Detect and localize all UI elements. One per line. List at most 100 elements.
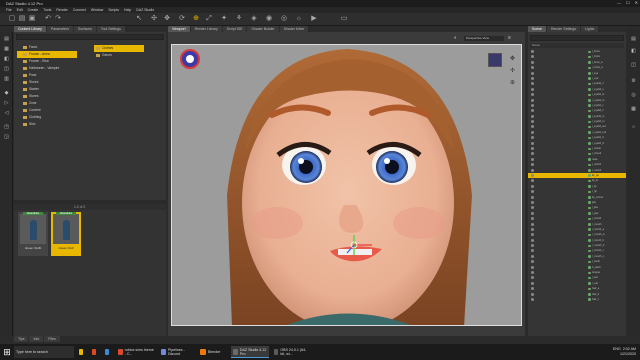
universal-tool-icon[interactable]: ⊕ (192, 15, 200, 23)
visibility-eye-icon[interactable] (531, 147, 534, 151)
right-tool-icon-3[interactable]: ◫ (630, 62, 637, 68)
visibility-eye-icon[interactable] (531, 211, 534, 215)
visibility-eye-icon[interactable] (531, 109, 534, 113)
tree-item[interactable]: Pose (17, 72, 77, 79)
right-tool-icon-7[interactable]: ☼ (630, 124, 637, 130)
menu-item[interactable]: Connect (73, 8, 86, 12)
sub-list-item[interactable]: Genes (94, 52, 144, 59)
joint-editor-icon[interactable]: ⚘ (235, 15, 243, 23)
visibility-eye-icon[interactable] (531, 66, 534, 70)
visibility-eye-icon[interactable] (531, 87, 534, 91)
visibility-eye-icon[interactable] (531, 136, 534, 140)
menu-item[interactable]: DAZ Studio (136, 8, 154, 12)
scale-tool-icon[interactable]: ⤢ (205, 15, 213, 23)
rotate-tool-icon[interactable]: ⟳ (178, 15, 186, 23)
right-tool-icon-6[interactable]: ▦ (630, 106, 637, 112)
visibility-eye-icon[interactable] (531, 265, 534, 269)
menu-item[interactable]: Window (91, 8, 103, 12)
visibility-eye-icon[interactable] (531, 163, 534, 167)
redo-icon[interactable]: ↷ (54, 15, 62, 23)
spot-render-icon[interactable]: ◉ (265, 15, 273, 23)
viewport-menu-icon[interactable]: ≡ (508, 36, 515, 41)
viewport-canvas[interactable]: ✥ ✢ ⊕ (171, 44, 522, 326)
visibility-eye-icon[interactable] (531, 195, 534, 199)
tree-item[interactable]: Frozen - Elsa (17, 58, 77, 65)
taskbar-app[interactable]: Type here to search (14, 346, 74, 358)
taskbar-app[interactable] (77, 346, 87, 358)
menu-item[interactable]: Render (56, 8, 67, 12)
window-icon[interactable]: ▭ (340, 15, 348, 23)
visibility-eye-icon[interactable] (531, 82, 534, 86)
right-tool-icon-1[interactable]: ▤ (630, 36, 637, 42)
tool-icon-10[interactable]: ◲ (3, 134, 10, 140)
tree-item[interactable]: Clothing (17, 114, 77, 121)
visibility-eye-icon[interactable] (531, 260, 534, 264)
clock-date[interactable]: 1/21/2020 (620, 352, 636, 356)
visibility-eye-icon[interactable] (531, 287, 534, 291)
geometry-editor-icon[interactable]: ✦ (220, 15, 228, 23)
close-icon[interactable]: ✕ (635, 0, 638, 5)
taskbar-app[interactable] (90, 346, 100, 358)
visibility-eye-icon[interactable] (531, 60, 534, 64)
visibility-eye-icon[interactable] (531, 141, 534, 145)
tree-item[interactable]: Halloween - Vampire (17, 65, 77, 72)
visibility-eye-icon[interactable] (531, 130, 534, 134)
visibility-eye-icon[interactable] (531, 297, 534, 301)
taskbar-app[interactable] (103, 346, 113, 358)
tool-icon-2[interactable]: ▦ (3, 46, 10, 52)
node-select-icon[interactable]: ✣ (150, 15, 158, 23)
visibility-eye-icon[interactable] (531, 71, 534, 75)
surface-selection-icon[interactable]: ◈ (250, 15, 258, 23)
tab-tips[interactable]: Tips (14, 336, 29, 342)
tree-item[interactable]: Zone (17, 100, 77, 107)
visibility-eye-icon[interactable] (531, 292, 534, 296)
maximize-icon[interactable]: ☐ (626, 0, 630, 5)
menu-item[interactable]: Create (28, 8, 39, 12)
orbit-icon[interactable]: ✥ (510, 55, 515, 62)
right-tool-icon-5[interactable]: ◎ (630, 92, 637, 98)
light-sphere-icon[interactable] (180, 49, 200, 69)
tool-icon-7[interactable]: ▷ (3, 100, 10, 106)
menu-item[interactable]: Help (124, 8, 131, 12)
visibility-eye-icon[interactable] (531, 276, 534, 280)
visibility-eye-icon[interactable] (531, 281, 534, 285)
visibility-eye-icon[interactable] (531, 103, 534, 107)
save-icon[interactable]: ▣ (28, 15, 36, 23)
visibility-eye-icon[interactable] (531, 120, 534, 124)
visibility-eye-icon[interactable] (531, 190, 534, 194)
visibility-eye-icon[interactable] (531, 93, 534, 97)
visibility-eye-icon[interactable] (531, 173, 534, 177)
visibility-eye-icon[interactable] (531, 244, 534, 248)
visibility-eye-icon[interactable] (531, 125, 534, 129)
view-options-icon[interactable]: ◐ (454, 36, 461, 41)
menu-item[interactable]: Edit (17, 8, 23, 12)
scene-search-input[interactable] (530, 35, 624, 41)
view-cube-icon[interactable] (488, 53, 502, 67)
tool-icon-4[interactable]: ◫ (3, 66, 10, 72)
visibility-eye-icon[interactable] (531, 152, 534, 156)
visibility-eye-icon[interactable] (531, 157, 534, 161)
visibility-eye-icon[interactable] (531, 55, 534, 59)
visibility-eye-icon[interactable] (531, 227, 534, 231)
tree-item[interactable]: Starter (17, 86, 77, 93)
visibility-eye-icon[interactable] (531, 217, 534, 221)
content-search-input[interactable] (16, 34, 164, 40)
tree-item[interactable]: Stores (17, 93, 77, 100)
visibility-eye-icon[interactable] (531, 114, 534, 118)
asset-thumbnail[interactable]: Wearables Green Outf (51, 212, 81, 256)
tool-icon-3[interactable]: ◧ (3, 56, 10, 62)
visibility-eye-icon[interactable] (531, 222, 534, 226)
clock-time[interactable]: 2:02 AM (623, 347, 636, 351)
right-tool-icon-2[interactable]: ◧ (630, 48, 637, 54)
sub-list-item[interactable]: Clothes (94, 45, 144, 52)
taskbar-app[interactable]: Pipelines - Discord (159, 346, 195, 358)
taskbar-app[interactable]: DAZ Studio 4.12 Pro (231, 346, 269, 358)
undo-icon[interactable]: ↶ (44, 15, 52, 23)
scene-node-row[interactable]: hair_c (528, 297, 626, 302)
tool-icon-9[interactable]: ◳ (3, 124, 10, 130)
visibility-eye-icon[interactable] (531, 233, 534, 237)
zoom-icon[interactable]: ⊕ (510, 79, 515, 86)
visibility-eye-icon[interactable] (531, 168, 534, 172)
tool-icon-6[interactable]: ◆ (3, 90, 10, 96)
menu-item[interactable]: Tools (43, 8, 51, 12)
